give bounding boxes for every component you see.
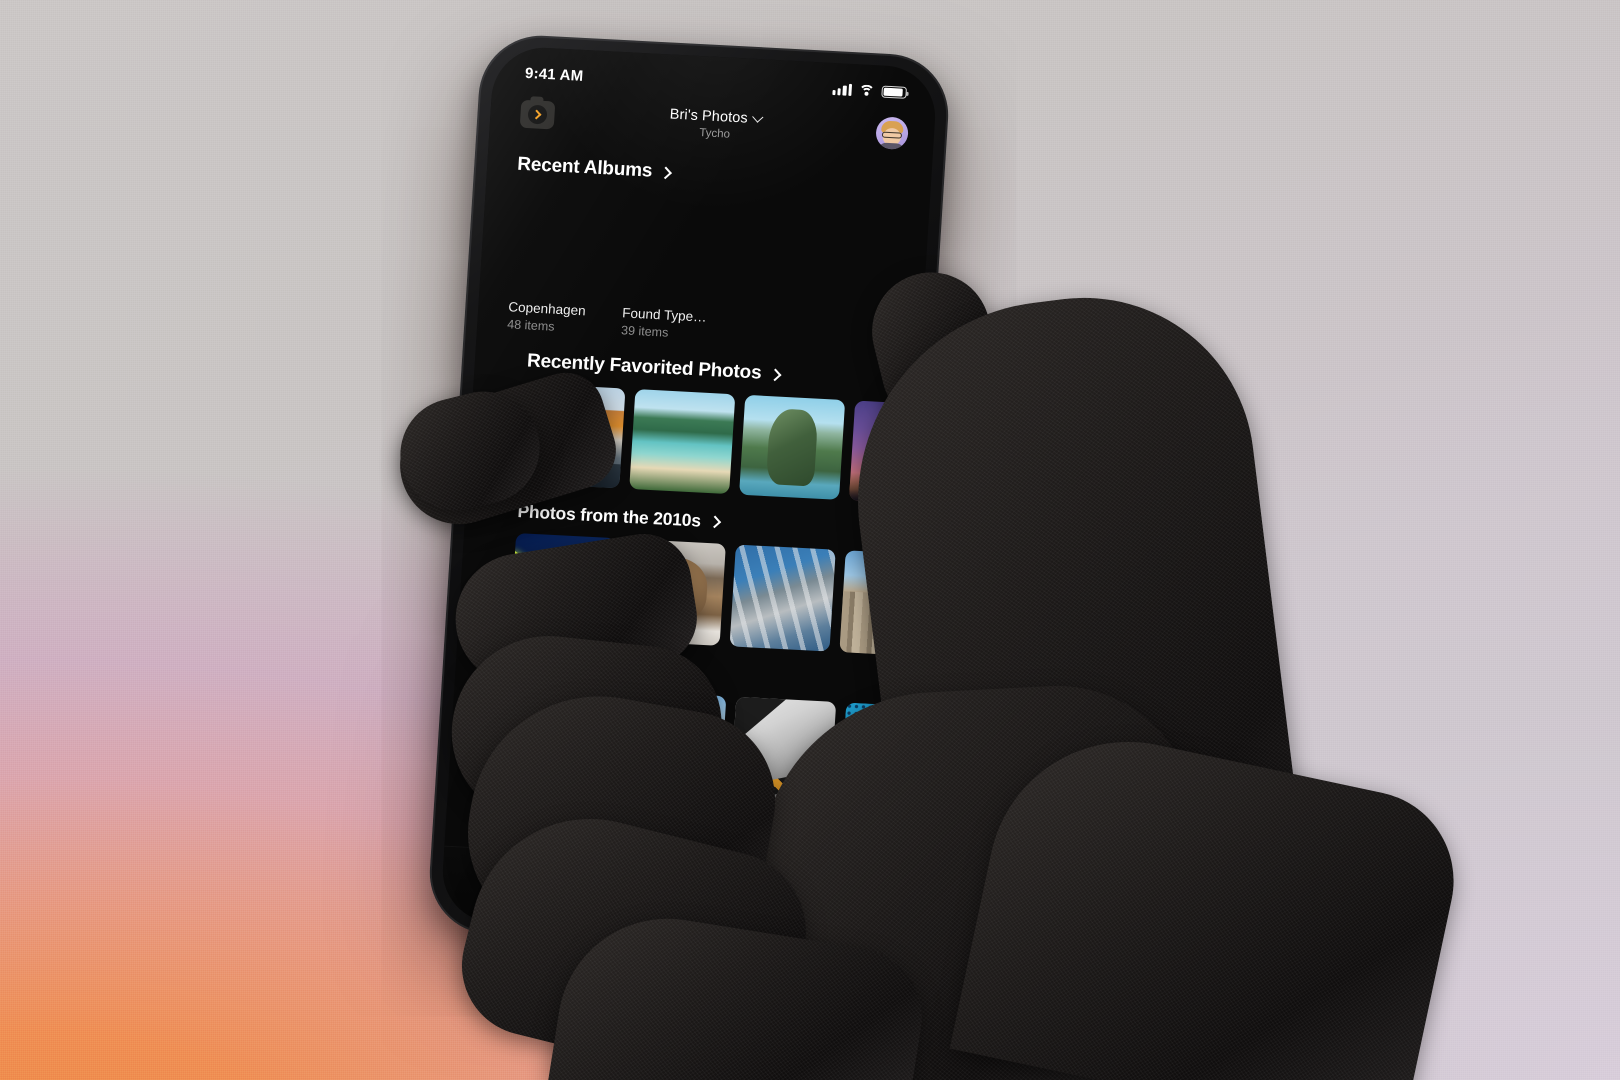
photo-row[interactable] xyxy=(458,530,939,658)
tab-label: Library xyxy=(795,903,827,916)
chevron-right-icon[interactable] xyxy=(768,367,782,381)
bars-icon xyxy=(802,878,823,898)
album-card[interactable]: Found Type… 39 items xyxy=(621,193,734,343)
account-title: Bri's Photos xyxy=(669,106,749,127)
chevron-down-icon xyxy=(752,111,764,123)
section-photos-2019: Photos from 2019 xyxy=(448,650,939,810)
tab-timeline[interactable]: Timeline xyxy=(589,866,739,911)
album-name: Found Type… xyxy=(621,305,708,325)
photo-thumbnail[interactable] xyxy=(519,383,626,489)
photo-thumbnail[interactable] xyxy=(729,544,836,652)
camera-lens-icon xyxy=(527,104,548,125)
camera-app-logo-icon[interactable] xyxy=(519,99,556,129)
star-icon xyxy=(507,862,527,882)
photo-row[interactable] xyxy=(448,682,939,810)
photo-thumbnail[interactable] xyxy=(629,389,736,495)
photo-thumbnail[interactable] xyxy=(620,690,727,799)
tab-label: Timeline xyxy=(644,895,683,909)
tab-label: Recommended xyxy=(482,886,549,902)
list-icon xyxy=(653,867,676,891)
cellular-signal-icon xyxy=(832,83,853,96)
section-title: Recent Albums xyxy=(516,153,653,182)
album-name: Copenhagen xyxy=(507,299,587,319)
chevron-right-icon[interactable] xyxy=(707,515,721,529)
photo-thumbnail[interactable] xyxy=(509,533,617,641)
chevron-right-icon[interactable] xyxy=(636,663,650,677)
avatar[interactable] xyxy=(875,115,910,150)
tab-library[interactable]: Library xyxy=(737,874,887,919)
wifi-icon xyxy=(858,84,876,102)
photo-thumbnail[interactable] xyxy=(619,538,726,646)
account-switcher[interactable]: Bri's Photos Tycho xyxy=(553,100,877,148)
photo-thumbnail[interactable] xyxy=(739,394,846,500)
section-title: Photos from the 2010s xyxy=(516,501,702,531)
battery-icon xyxy=(881,85,907,99)
phone-screen: 9:41 AM Bri's Photos Tycho Recent Albums… xyxy=(439,45,939,943)
photo-thumbnail[interactable] xyxy=(510,685,617,793)
album-item-count: 48 items xyxy=(506,317,555,334)
section-photos-2010s: Photos from the 2010s xyxy=(458,498,939,658)
section-title: Recently Favorited Photos xyxy=(526,350,763,384)
photo-thumbnail[interactable] xyxy=(729,696,837,804)
smartphone-device: 9:41 AM Bri's Photos Tycho Recent Albums… xyxy=(426,32,952,956)
album-item-count: 39 items xyxy=(620,323,669,340)
status-bar-time: 9:41 AM xyxy=(524,64,584,85)
album-row[interactable]: Copenhagen 48 items Found Type… 39 items xyxy=(477,185,939,943)
tab-recommended[interactable]: Recommended xyxy=(441,859,591,904)
section-title: Photos from 2019 xyxy=(485,651,631,680)
status-bar-indicators xyxy=(832,83,907,102)
section-recently-favorited: Recently Favorited Photos xyxy=(467,348,939,506)
chevron-right-icon[interactable] xyxy=(659,166,673,179)
main-scroll-content[interactable]: Recent Albums Copenhagen 48 items Found … xyxy=(448,142,939,943)
section-recent-albums: Recent Albums Copenhagen 48 items Found … xyxy=(477,152,939,943)
album-card[interactable]: Copenhagen 48 items xyxy=(506,187,939,943)
